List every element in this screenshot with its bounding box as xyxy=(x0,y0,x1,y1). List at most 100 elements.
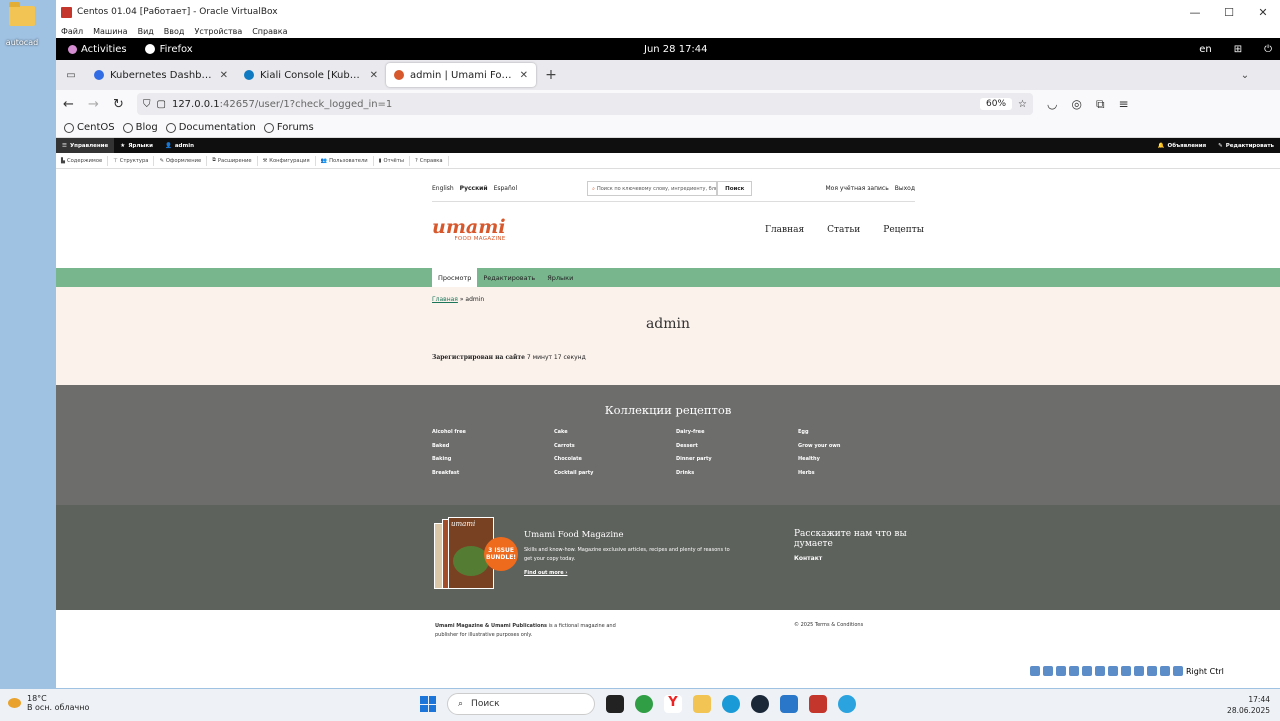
forward-icon[interactable]: → xyxy=(81,97,106,112)
collection-link[interactable]: Cocktail party xyxy=(554,470,676,476)
tab-kubernetes[interactable]: Kubernetes Dashboard ✕ xyxy=(86,63,236,87)
keyboard-layout[interactable]: en xyxy=(1199,44,1212,55)
steam-icon[interactable] xyxy=(751,695,769,713)
tab-edit[interactable]: Редактировать xyxy=(477,268,541,287)
toolbar-announcements[interactable]: 🔔 Объявления xyxy=(1152,138,1212,153)
lang-spanish[interactable]: Español xyxy=(494,185,518,192)
telegram-icon[interactable] xyxy=(838,695,856,713)
lang-english[interactable]: English xyxy=(432,185,454,192)
optical-icon[interactable] xyxy=(1043,666,1053,676)
collection-link[interactable]: Baking xyxy=(432,456,554,462)
collection-link[interactable]: Dairy-free xyxy=(676,429,798,435)
admin-reports[interactable]: ▮ Отчёты xyxy=(374,155,410,166)
hdd-icon[interactable] xyxy=(1030,666,1040,676)
zoom-level[interactable]: 60% xyxy=(980,98,1013,110)
taskbar-search[interactable]: ⌕ Поиск xyxy=(447,693,595,715)
admin-extend[interactable]: ⧉ Расширение xyxy=(207,155,258,166)
extensions-icon[interactable]: ⧉ xyxy=(1096,97,1105,112)
menu-file[interactable]: Файл xyxy=(61,27,83,36)
bookmark-star-icon[interactable]: ☆ xyxy=(1018,99,1027,110)
toolbar-shortcuts[interactable]: ★ Ярлыки xyxy=(114,138,159,153)
pocket-icon[interactable]: ◡ xyxy=(1047,97,1057,112)
search-input[interactable]: ⌕ Поиск по ключевому слову, ингредиенту, … xyxy=(587,181,718,196)
shared-folders-icon[interactable] xyxy=(1108,666,1118,676)
collection-link[interactable]: Herbs xyxy=(798,470,920,476)
list-tabs-icon[interactable]: ⌄ xyxy=(1230,70,1260,81)
collection-link[interactable]: Dinner party xyxy=(676,456,798,462)
network-icon[interactable]: ⊞ xyxy=(1234,44,1242,55)
site-logo[interactable]: umami FOOD MAGAZINE xyxy=(432,216,506,242)
collection-link[interactable]: Healthy xyxy=(798,456,920,462)
activities-button[interactable]: Activities xyxy=(56,44,127,55)
minimize-button[interactable]: — xyxy=(1178,6,1212,19)
collection-link[interactable]: Carrots xyxy=(554,443,676,449)
floppy-icon[interactable] xyxy=(1056,666,1066,676)
edge-icon[interactable] xyxy=(722,695,740,713)
collection-link[interactable]: Drinks xyxy=(676,470,798,476)
tab-shortcuts[interactable]: Ярлыки xyxy=(541,268,579,287)
nav-articles[interactable]: Статьи xyxy=(827,225,860,235)
menu-devices[interactable]: Устройства xyxy=(194,27,242,36)
find-out-more-link[interactable]: Find out more › xyxy=(524,570,734,576)
cpu-icon[interactable] xyxy=(1147,666,1157,676)
close-tab-icon[interactable]: ✕ xyxy=(370,70,378,81)
power-icon[interactable]: ⏻ xyxy=(1264,44,1272,55)
menu-icon[interactable]: ≡ xyxy=(1119,97,1129,112)
breadcrumb-home[interactable]: Главная xyxy=(432,296,458,303)
account-icon[interactable]: ◎ xyxy=(1071,97,1081,112)
lang-russian[interactable]: Русский xyxy=(460,185,488,192)
file-explorer-icon[interactable] xyxy=(693,695,711,713)
system-clock[interactable]: 17:44 28.06.2025 xyxy=(1227,694,1270,716)
mouse-integration-icon[interactable] xyxy=(1160,666,1170,676)
admin-content[interactable]: ▙ Содержимое xyxy=(56,155,109,166)
menu-input[interactable]: Ввод xyxy=(164,27,185,36)
tab-view[interactable]: Просмотр xyxy=(432,268,478,287)
close-tab-icon[interactable]: ✕ xyxy=(220,70,228,81)
tab-kiali[interactable]: Kiali Console [Kubernetes] ✕ xyxy=(236,63,386,87)
virtualbox-taskbar-icon[interactable] xyxy=(809,695,827,713)
yandex-icon[interactable]: Y xyxy=(664,695,682,713)
menu-machine[interactable]: Машина xyxy=(93,27,127,36)
close-tab-icon[interactable]: ✕ xyxy=(520,70,528,81)
menu-view[interactable]: Вид xyxy=(138,27,154,36)
back-icon[interactable]: ← xyxy=(56,97,81,112)
admin-appearance[interactable]: ✎ Оформление xyxy=(154,155,208,166)
contact-link[interactable]: Контакт xyxy=(794,555,934,562)
collection-link[interactable]: Dessert xyxy=(676,443,798,449)
nav-home[interactable]: Главная xyxy=(765,225,804,235)
bookmark-blog[interactable]: Blog xyxy=(122,122,158,133)
task-view-icon[interactable] xyxy=(606,695,624,713)
admin-structure[interactable]: ⊤ Структура xyxy=(108,155,155,166)
toolbar-edit[interactable]: ✎ Редактировать xyxy=(1212,138,1280,153)
admin-config[interactable]: ⚒ Конфигурация xyxy=(258,155,316,166)
desktop-folder-icon[interactable]: autocad xyxy=(4,2,40,47)
collection-link[interactable]: Grow your own xyxy=(798,443,920,449)
toolbar-manage[interactable]: ☰ Управление xyxy=(56,138,115,153)
close-button[interactable]: ✕ xyxy=(1246,6,1280,19)
search-button[interactable]: Поиск xyxy=(717,181,753,196)
app-menu[interactable]: Firefox xyxy=(144,44,193,55)
maximize-button[interactable]: ☐ xyxy=(1212,6,1246,19)
magazine-cover-image[interactable]: umami 3 ISSUE BUNDLE! xyxy=(434,517,518,595)
vscode-icon[interactable] xyxy=(780,695,798,713)
nav-recipes[interactable]: Рецепты xyxy=(883,225,924,235)
collection-link[interactable]: Baked xyxy=(432,443,554,449)
admin-help[interactable]: ? Справка xyxy=(410,155,449,166)
footer-copyright[interactable]: © 2025 Terms & Conditions xyxy=(794,622,863,628)
bookmark-documentation[interactable]: Documentation xyxy=(165,122,256,133)
collection-link[interactable]: Breakfast xyxy=(432,470,554,476)
new-tab-icon[interactable]: + xyxy=(536,67,566,83)
bookmark-centos[interactable]: CentOS xyxy=(64,122,115,133)
keyboard-icon[interactable] xyxy=(1173,666,1183,676)
shield-icon[interactable]: ⛉ xyxy=(143,99,151,110)
toolbar-user[interactable]: 👤 admin xyxy=(159,138,200,153)
menu-help[interactable]: Справка xyxy=(252,27,287,36)
recording-icon[interactable] xyxy=(1134,666,1144,676)
chrome-icon[interactable] xyxy=(635,695,653,713)
tab-umami[interactable]: admin | Umami Food Magazine ✕ xyxy=(386,63,536,87)
url-bar[interactable]: ⛉ ▢ 127.0.0.1:42657/user/1?check_logged_… xyxy=(137,93,1033,115)
my-account-link[interactable]: Моя учётная запись xyxy=(825,185,888,192)
reload-icon[interactable]: ↻ xyxy=(106,97,131,112)
gnome-clock[interactable]: Jun 28 17:44 xyxy=(644,44,708,55)
tab-overview-icon[interactable]: ▭ xyxy=(56,70,86,81)
